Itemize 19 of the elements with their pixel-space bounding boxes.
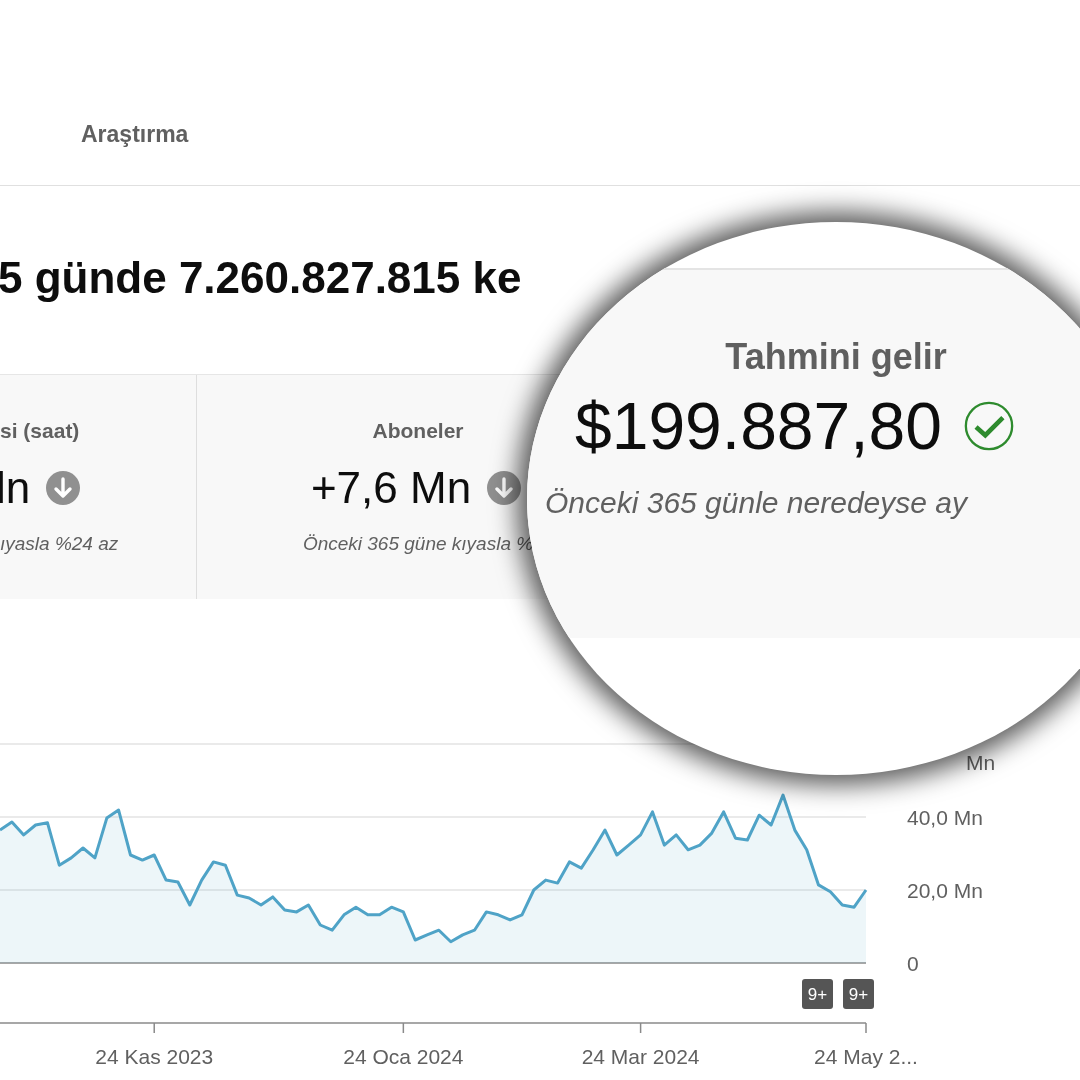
x-axis-label: 24 Mar 2024 <box>581 1045 700 1068</box>
metric-value: +7,6 Mn <box>310 463 472 513</box>
y-axis-label: Mn <box>966 751 996 774</box>
metric-title: Tahmini gelir <box>725 336 947 378</box>
y-axis-label: 20,0 Mn <box>907 879 983 902</box>
metric-comparison: Önceki 365 günle neredeyse ay <box>545 486 967 520</box>
metric-comparison: Önceki 365 güne kıyasla % <box>302 533 534 555</box>
x-axis-label: 24 Oca 2024 <box>343 1045 464 1068</box>
metric-value: $199.887,80 <box>575 388 943 464</box>
x-axis-label: 24 May 2... <box>814 1045 918 1068</box>
metric-title: si (saat) <box>0 419 80 443</box>
y-axis-label: 40,0 Mn <box>907 806 983 829</box>
tab[interactable]: Araştırma <box>81 121 189 185</box>
count-badge[interactable]: 9+ <box>802 979 833 1009</box>
metric-comparison: ıyasla %24 az <box>0 533 119 555</box>
y-axis-label: 0 <box>907 952 919 975</box>
count-badge[interactable]: 9+ <box>843 979 874 1009</box>
metric-title: Aboneler <box>372 419 464 443</box>
x-axis-label: 24 Kas 2023 <box>95 1045 214 1068</box>
